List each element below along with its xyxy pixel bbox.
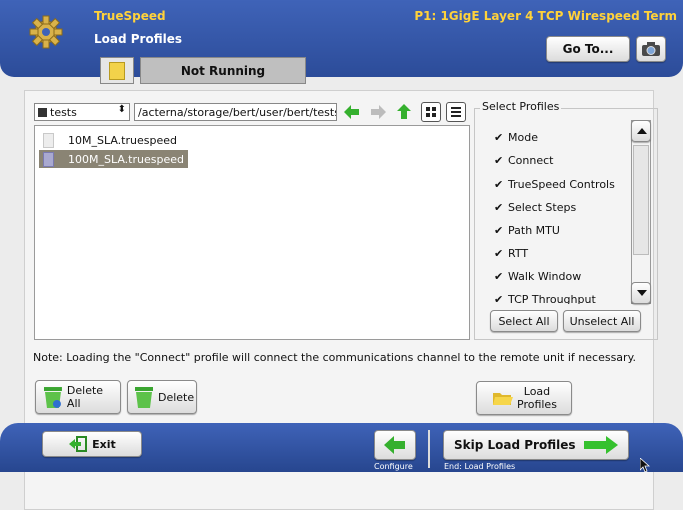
goto-button[interactable]: Go To... [546,36,630,62]
skip-label: Skip Load Profiles [454,438,576,452]
delete-label: Delete [158,390,195,404]
scrollbar-thumb[interactable] [633,145,649,255]
trash-icon [43,387,62,408]
file-name: 100M_SLA.truespeed [68,152,184,166]
right-arrow-icon [584,436,618,454]
file-name: 10M_SLA.truespeed [68,133,177,147]
profile-label: TrueSpeed Controls [508,178,615,191]
profile-checkbox-connect[interactable]: ✔ Connect [494,154,553,167]
file-icon [43,151,54,167]
select-arrows-icon: ⬍ [117,104,126,115]
check-icon: ✔ [494,247,504,260]
status-indicator[interactable] [100,57,134,84]
profile-checkbox-tcp-throughput[interactable]: ✔ TCP Throughput [494,293,596,304]
profile-label: Connect [508,154,554,167]
mouse-pointer-icon [639,457,651,473]
check-icon: ✔ [494,131,504,144]
path-field[interactable]: /acterna/storage/bert/user/bert/tests [134,103,337,121]
delete-button[interactable]: Delete [127,380,197,414]
profile-label: Path MTU [508,224,560,237]
exit-icon [69,436,88,452]
file-row[interactable]: 10M_SLA.truespeed [39,131,181,149]
trash-icon [135,387,153,408]
load-profiles-label: Load Profiles [517,385,557,411]
configure-label: Configure [374,462,413,471]
file-icon [43,132,54,148]
profile-label: Select Steps [508,201,577,214]
exit-button[interactable]: Exit [42,431,142,457]
exit-label: Exit [92,437,116,451]
scroll-down-button[interactable] [631,282,651,304]
profile-checkbox-truespeed-controls[interactable]: ✔ TrueSpeed Controls [494,178,615,191]
delete-all-button[interactable]: Delete All [35,380,121,414]
forward-arrow-icon[interactable] [369,103,387,121]
profile-checkbox-select-steps[interactable]: ✔ Select Steps [494,201,576,214]
check-icon: ✔ [494,293,504,304]
delete-all-label: Delete All [66,384,104,410]
screenshot-button[interactable] [636,36,666,62]
profile-label: RTT [508,247,529,260]
check-icon: ✔ [494,224,504,237]
skip-load-profiles-button[interactable]: Skip Load Profiles [443,430,629,460]
triangle-up-icon [637,128,647,134]
grid-view-button[interactable] [421,102,441,122]
profile-label: Walk Window [508,270,582,283]
profile-checkbox-walk-window[interactable]: ✔ Walk Window [494,270,581,283]
profile-checkbox-rtt[interactable]: ✔ RTT [494,247,528,260]
back-arrow-icon[interactable] [343,103,361,121]
load-line2: Profiles [517,398,557,411]
status-text: Not Running [140,57,306,84]
folder-select[interactable]: tests ⬍ [34,103,130,121]
select-profiles-label: Select Profiles [480,100,562,113]
file-row-selected[interactable]: 100M_SLA.truespeed [39,150,188,168]
load-profiles-button[interactable]: Load Profiles [476,381,572,415]
profiles-list: ✔ Mode ✔ Connect ✔ TrueSpeed Controls ✔ Sele… [478,120,628,304]
port-title: P1: 1GigE Layer 4 TCP Wirespeed Term [414,9,677,23]
scroll-up-button[interactable] [631,120,651,142]
up-arrow-icon[interactable] [395,103,413,121]
app-title: TrueSpeed [94,9,166,23]
gear-icon [28,14,64,50]
skip-sublabel: End: Load Profiles [444,462,516,471]
load-line1: Load [523,385,551,398]
triangle-down-icon [637,290,647,296]
list-view-button[interactable] [446,102,466,122]
footer-divider [428,430,430,468]
configure-back-button[interactable] [374,430,416,460]
check-icon: ✔ [494,201,504,214]
left-arrow-icon [384,436,405,454]
list-view-icon [451,107,461,117]
file-list[interactable]: 10M_SLA.truespeed 100M_SLA.truespeed [34,125,470,340]
profile-label: Mode [508,131,538,144]
unselect-all-button[interactable]: Unselect All [563,310,641,332]
check-icon: ✔ [494,270,504,283]
profile-checkbox-mode[interactable]: ✔ Mode [494,131,538,144]
folder-icon [38,107,47,117]
camera-icon [642,42,660,56]
check-icon: ✔ [494,178,504,191]
check-icon: ✔ [494,154,504,167]
grid-view-icon [426,107,436,117]
profile-label: TCP Throughput [508,293,596,304]
profile-checkbox-path-mtu[interactable]: ✔ Path MTU [494,224,560,237]
status-icon [109,61,125,80]
select-all-button[interactable]: Select All [490,310,558,332]
connect-note: Note: Loading the "Connect" profile will… [33,351,637,364]
folder-select-value: tests [50,105,77,119]
page-title: Load Profiles [94,32,183,46]
folder-open-icon [493,393,513,405]
